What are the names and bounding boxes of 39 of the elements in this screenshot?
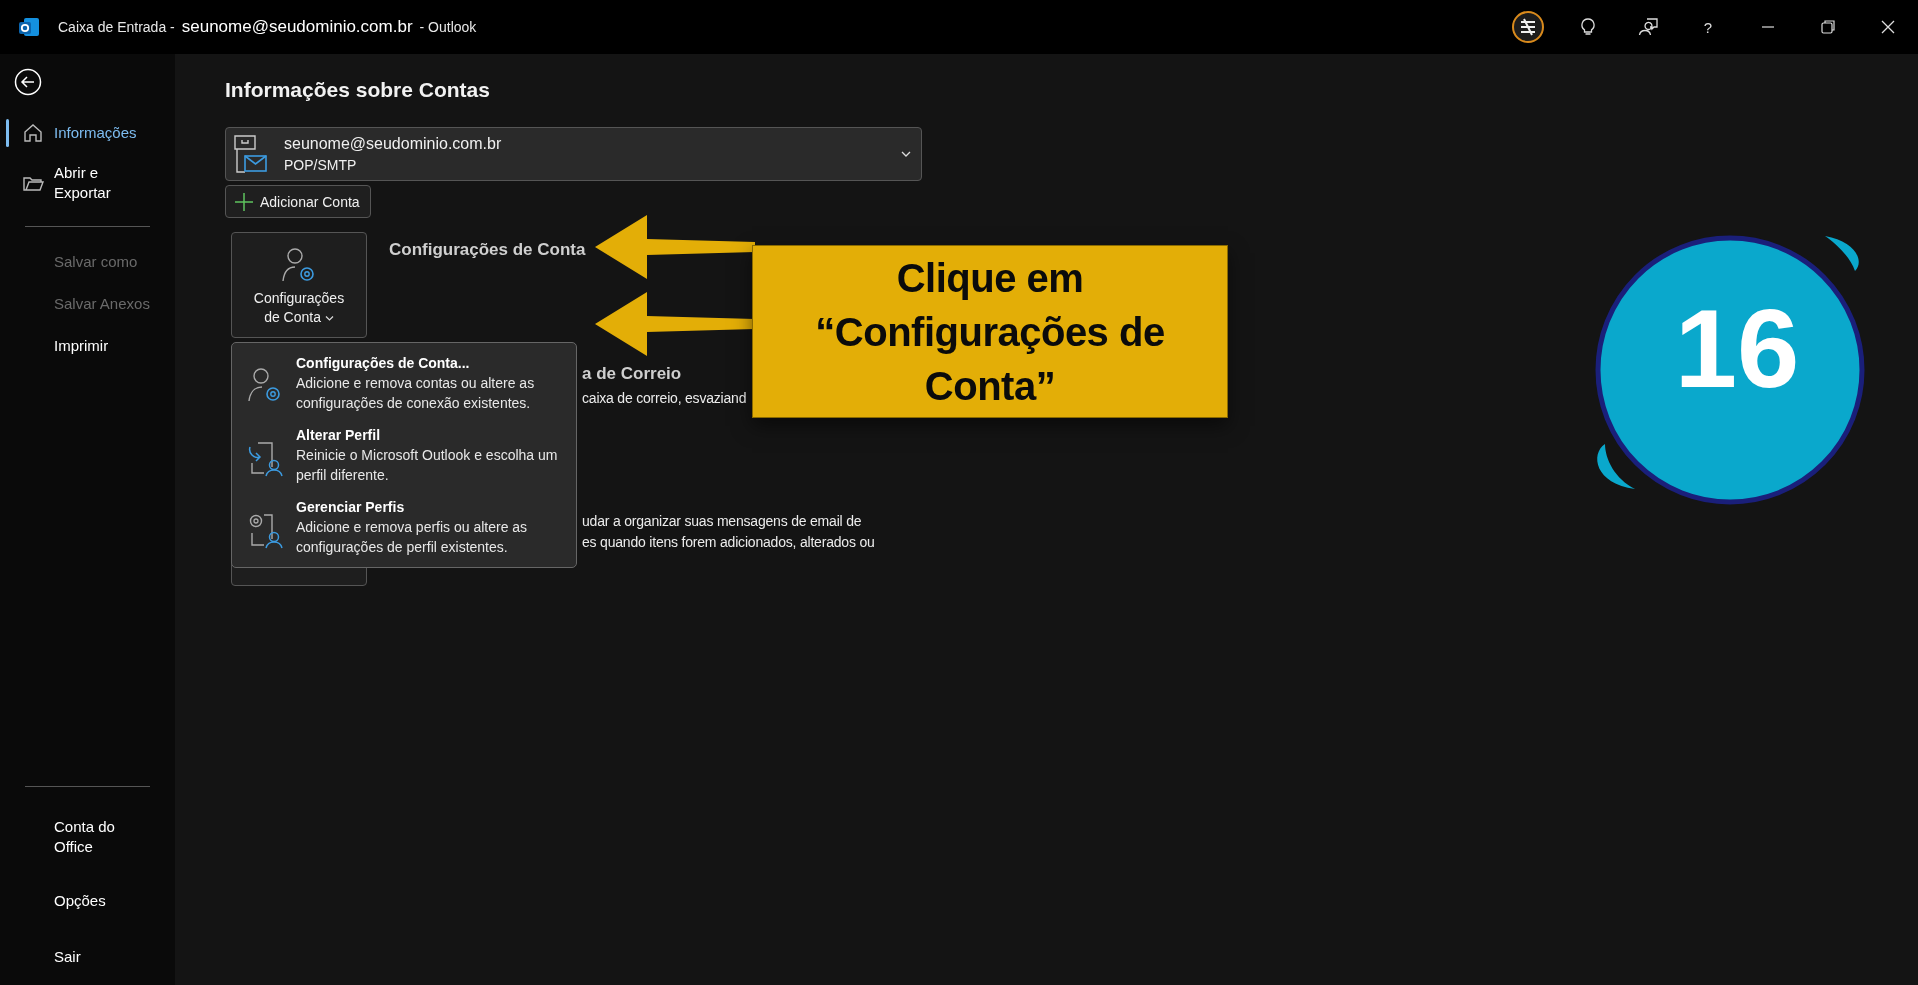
plus-icon (234, 191, 254, 212)
home-icon (22, 122, 44, 144)
account-email: seunome@seudominio.com.br (284, 135, 503, 153)
outlook-logo-icon (18, 16, 40, 38)
window-title: - Outlook (419, 19, 477, 35)
section-heading: Configurações de Conta (389, 240, 586, 260)
section-description: caixa de correio, esvaziand (582, 389, 747, 408)
menu-item[interactable]: Alterar Perfil Reinicie o Microsoft Outlook e escolha um perfil diferente. (232, 423, 576, 487)
coin-logo-icon (1512, 11, 1544, 43)
account-dropdown[interactable]: seunome@seudominio.com.br POP/SMTP (225, 127, 922, 181)
chevron-down-icon (324, 315, 334, 322)
sidebar-item[interactable]: Sair (0, 939, 175, 975)
tool-tile[interactable]: Configurações de Conta (231, 232, 367, 338)
menu-item[interactable]: Configurações de Conta... Adicione e remova contas ou altere as configurações de conexão existentes. (232, 351, 576, 415)
window-title: Caixa de Entrada - (58, 19, 175, 35)
sidebar-item[interactable]: Opções (0, 883, 175, 919)
account-type: POP/SMTP (284, 157, 358, 173)
back-icon[interactable] (14, 68, 42, 96)
sidebar-item[interactable]: Informações (0, 115, 175, 151)
section-description: es quando itens forem adicionados, alterados ou (582, 533, 875, 552)
help-button[interactable]: ? (1678, 0, 1738, 54)
chevron-down-icon (901, 150, 911, 158)
feedback-icon (1638, 17, 1658, 37)
sidebar-item[interactable]: Conta do Office (0, 811, 175, 863)
restore-icon (1818, 17, 1838, 37)
person-gear-icon (281, 247, 317, 283)
section-description: udar a organizar suas mensagens de email de (582, 512, 863, 531)
section-heading: a de Correio (582, 364, 683, 384)
mailbox-icon (234, 134, 268, 174)
sidebar-item[interactable]: Abrir e Exportar (0, 157, 175, 209)
lightbulb-icon (1578, 17, 1598, 37)
window-title: seunome@seudominio.com.br (181, 17, 413, 37)
minimize-icon (1762, 26, 1774, 28)
add-account-button[interactable]: Adicionar Conta (225, 185, 371, 218)
callout-text: Clique em “Configurações de Conta” (815, 254, 1165, 410)
step-number: 16 (1673, 285, 1801, 413)
sidebar-item[interactable]: Imprimir (0, 328, 175, 364)
menu-item[interactable]: Gerenciar Perfis Adicione e remova perfis ou altere as configurações de perfil existentes. (232, 495, 576, 559)
page-title: Informações sobre Contas (225, 77, 491, 103)
